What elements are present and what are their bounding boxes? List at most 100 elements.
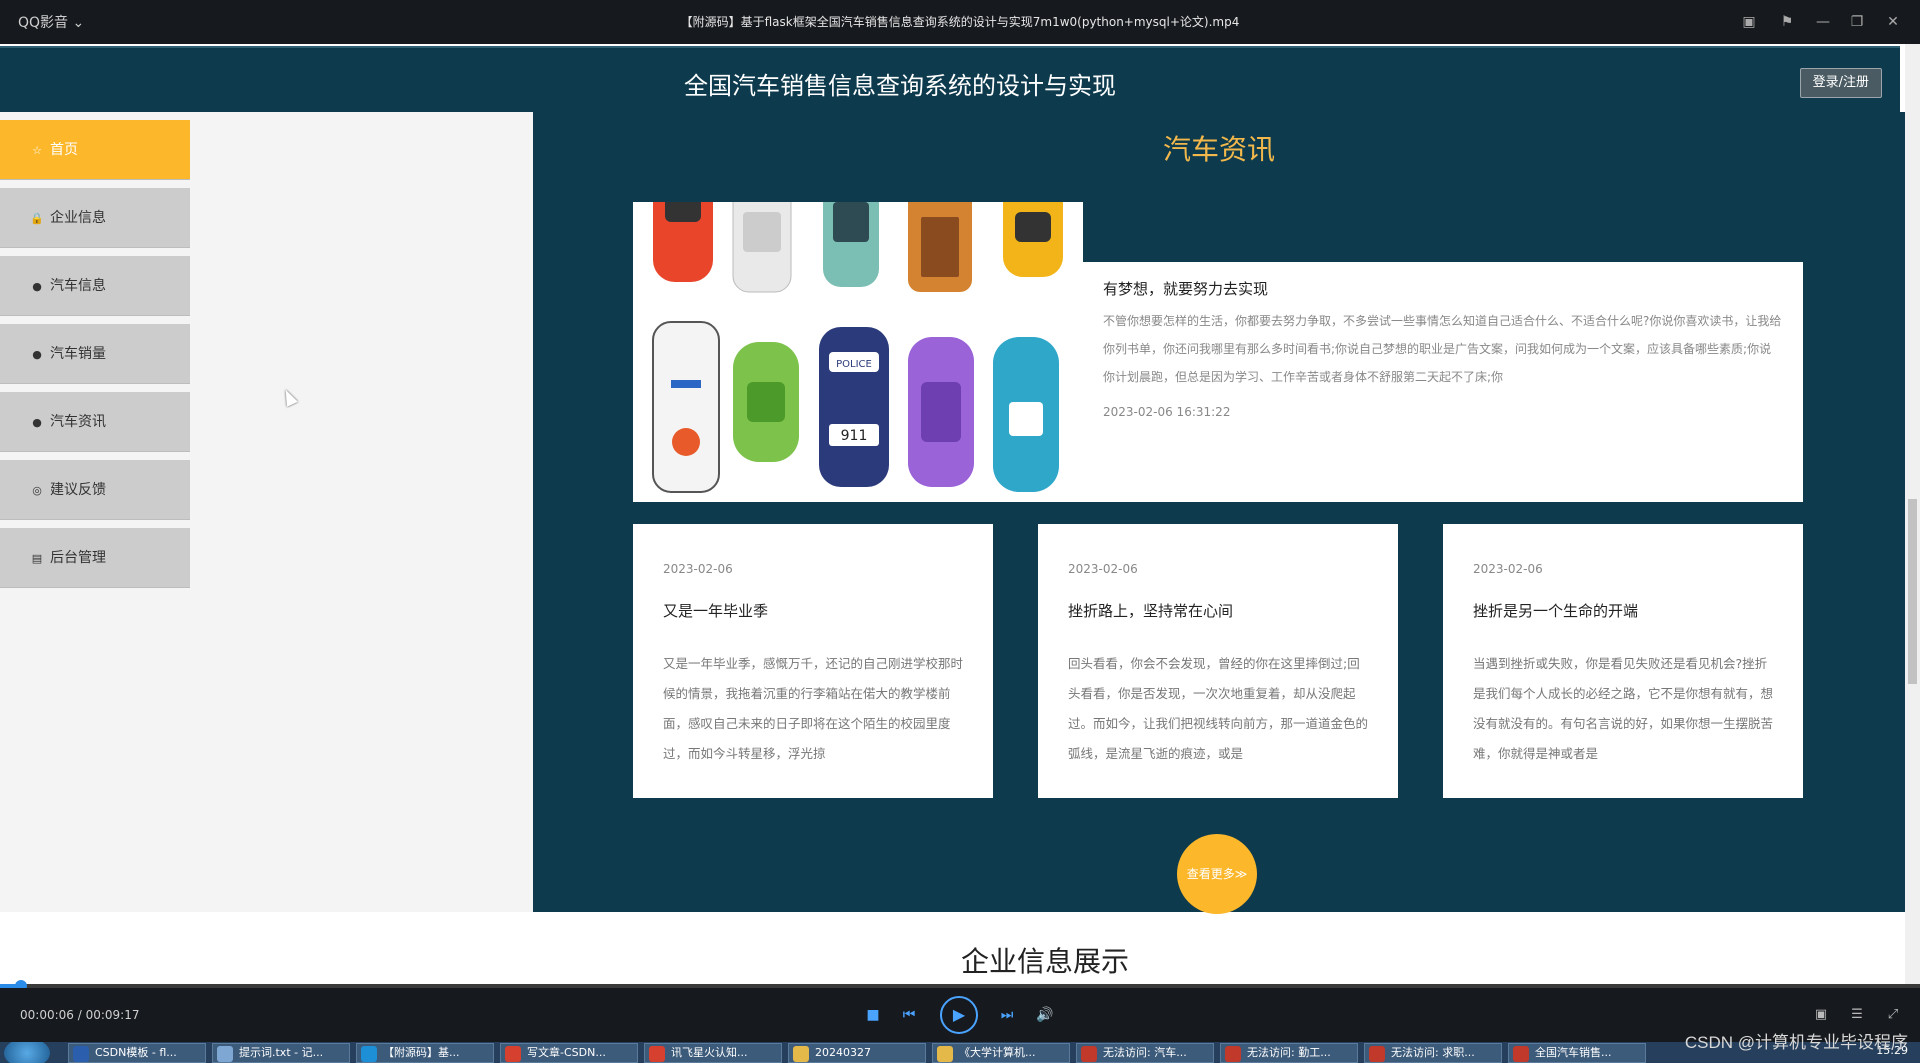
sidebar-item-2[interactable]: ● 汽车信息 (0, 256, 190, 316)
pin-icon[interactable]: ⚑ (1774, 9, 1800, 35)
sidebar-item-label: 汽车资讯 (50, 414, 106, 430)
taskbar-app-icon (73, 1046, 89, 1062)
login-register-button[interactable]: 登录/注册 (1799, 68, 1882, 98)
minimize-button[interactable]: — (1810, 9, 1836, 35)
calendar-icon: ▤ (31, 552, 43, 565)
taskbar-item[interactable]: 【附源码】基... (356, 1043, 494, 1063)
taskbar-item-label: 无法访问: 求职... (1391, 1046, 1475, 1059)
video-frame: 全国汽车销售信息查询系统的设计与实现 登录/注册 ☆ 首页 🔒 企业信息 ● 汽车信息 ● 汽… (0, 44, 1920, 984)
stop-icon[interactable]: ■ (862, 1004, 884, 1026)
taskbar-item[interactable]: 提示词.txt - 记... (212, 1043, 350, 1063)
featured-news-excerpt: 不管你想要怎样的生活，你都要去努力争取，不多尝试一些事情怎么知道自己适合什么、不… (1103, 314, 1782, 384)
news-card-date: 2023-02-06 (1068, 562, 1138, 576)
taskbar-item-label: 【附源码】基... (383, 1046, 460, 1059)
taskbar-item-label: 讯飞星火认知... (671, 1046, 748, 1059)
start-button[interactable] (4, 1042, 50, 1063)
taskbar-item[interactable]: 20240327 (788, 1043, 926, 1063)
taskbar-item[interactable]: CSDN模板 - fl... (68, 1043, 206, 1063)
taskbar-app-icon (1513, 1046, 1529, 1062)
news-card-title[interactable]: 挫折路上，坚持常在心间 (1068, 600, 1368, 621)
player-titlebar: QQ影音 ⌄ 【附源码】基于flask框架全国汽车销售信息查询系统的设计与实现7… (0, 0, 1920, 44)
scrollbar-thumb[interactable] (1908, 499, 1917, 684)
taskbar-item-label: 20240327 (815, 1046, 871, 1059)
sidebar-item-5[interactable]: ◎ 建议反馈 (0, 460, 190, 520)
play-button[interactable]: ▶ (940, 996, 978, 1034)
taskbar-app-icon (649, 1046, 665, 1062)
screenshot-icon[interactable]: ▣ (1736, 9, 1762, 35)
featured-news-time: 2023-02-06 16:31:22 (1103, 405, 1231, 419)
sidebar: ☆ 首页 🔒 企业信息 ● 汽车信息 ● 汽车销量 ● 汽车资讯 ◎ 建议反馈 ▤ 后台管理 (0, 112, 533, 912)
sidebar-item-label: 建议反馈 (50, 482, 106, 498)
sidebar-item-label: 首页 (50, 142, 78, 158)
cars-illustration: POLICE 911 (633, 202, 1083, 502)
restore-button[interactable]: ❐ (1844, 9, 1870, 35)
picture-icon[interactable]: ▣ (1810, 1004, 1832, 1026)
sidebar-item-label: 企业信息 (50, 210, 106, 226)
taskbar-app-icon (1081, 1046, 1097, 1062)
close-button[interactable]: ✕ (1880, 9, 1906, 35)
site-title: 全国汽车销售信息查询系统的设计与实现 (684, 73, 1116, 100)
playback-time: 00:00:06 / 00:09:17 (20, 1008, 140, 1022)
star-icon: ☆ (32, 144, 42, 157)
question-icon: ● (32, 348, 42, 361)
news-card-title[interactable]: 挫折是另一个生命的开端 (1473, 600, 1773, 621)
taskbar-item[interactable]: 写文章-CSDN... (500, 1043, 638, 1063)
exclamation-icon: ● (32, 280, 42, 293)
featured-news-title[interactable]: 有梦想，就要努力去实现 (1103, 278, 1783, 299)
news-card[interactable]: 2023-02-06 挫折是另一个生命的开端 当遇到挫折或失败，你是看见失败还是… (1443, 524, 1803, 798)
news-card-title[interactable]: 又是一年毕业季 (663, 600, 963, 621)
featured-news-card[interactable]: 有梦想，就要努力去实现 不管你想要怎样的生活，你都要去努力争取，不多尝试一些事情… (1083, 262, 1803, 502)
svg-text:911: 911 (841, 428, 868, 444)
taskbar-app-icon (505, 1046, 521, 1062)
previous-icon[interactable]: ⏮ (898, 1004, 920, 1026)
taskbar-item[interactable]: 全国汽车销售... (1508, 1043, 1646, 1063)
taskbar-item-label: 《大学计算机... (959, 1046, 1036, 1059)
taskbar-item[interactable]: 《大学计算机... (932, 1043, 1070, 1063)
taskbar-item-label: 提示词.txt - 记... (239, 1046, 324, 1059)
news-section: 汽车资讯 POLICE 911 有梦想，就要努力去实现 不管你想要怎样的生活，你… (533, 112, 1905, 914)
fullscreen-icon[interactable]: ⤢ (1882, 1004, 1904, 1026)
taskbar-item[interactable]: 无法访问: 勤工... (1220, 1043, 1358, 1063)
news-card[interactable]: 2023-02-06 挫折路上，坚持常在心间 回头看看，你会不会发现，曾经的你在… (1038, 524, 1398, 798)
news-heading: 汽车资讯 (1162, 133, 1275, 166)
lock-icon: 🔒 (30, 212, 44, 225)
sidebar-item-label: 汽车信息 (50, 278, 106, 294)
company-info-heading: 企业信息展示 (960, 945, 1129, 978)
svg-text:POLICE: POLICE (836, 359, 872, 370)
taskbar-app-icon (1225, 1046, 1241, 1062)
news-card[interactable]: 2023-02-06 又是一年毕业季 又是一年毕业季，感慨万千，还记的自己刚进学… (633, 524, 993, 798)
windows-taskbar: CSDN模板 - fl... 提示词.txt - 记... 【附源码】基... 写文章… (0, 1042, 1920, 1063)
taskbar-item[interactable]: 无法访问: 汽车... (1076, 1043, 1214, 1063)
featured-news-image[interactable]: POLICE 911 (633, 202, 1083, 502)
csdn-watermark: CSDN @计算机专业毕设程序 (1684, 1033, 1908, 1052)
sidebar-item-4[interactable]: ● 汽车资讯 (0, 392, 190, 452)
sidebar-item-3[interactable]: ● 汽车销量 (0, 324, 190, 384)
taskbar-app-icon (217, 1046, 233, 1062)
news-card-excerpt: 当遇到挫折或失败，你是看见失败还是看见机会?挫折是我们每个人成长的必经之路，它不… (1473, 656, 1773, 761)
sidebar-item-0[interactable]: ☆ 首页 (0, 120, 190, 180)
volume-icon[interactable]: 🔊 (1034, 1004, 1056, 1026)
taskbar-item-label: 全国汽车销售... (1535, 1046, 1612, 1059)
news-card-excerpt: 又是一年毕业季，感慨万千，还记的自己刚进学校那时候的情景，我拖着沉重的行李箱站在… (663, 656, 963, 761)
taskbar-app-icon (361, 1046, 377, 1062)
featured-news[interactable]: POLICE 911 有梦想，就要努力去实现 不管你想要怎样的生活，你都要去努力… (633, 202, 1803, 502)
taskbar-item[interactable]: 讯飞星火认知... (644, 1043, 782, 1063)
news-card-excerpt: 回头看看，你会不会发现，曾经的你在这里摔倒过;回头看看，你是否发现，一次次地重复… (1068, 656, 1368, 761)
sidebar-item-label: 后台管理 (50, 550, 106, 566)
sidebar-item-6[interactable]: ▤ 后台管理 (0, 528, 190, 588)
taskbar-app-icon (937, 1046, 953, 1062)
view-more-button[interactable]: 查看更多≫ (1177, 834, 1257, 914)
settings-icon[interactable]: ☰ (1846, 1004, 1868, 1026)
site-header: 全国汽车销售信息查询系统的设计与实现 登录/注册 (0, 46, 1900, 112)
sidebar-item-1[interactable]: 🔒 企业信息 (0, 188, 190, 248)
taskbar-item-label: 无法访问: 汽车... (1103, 1046, 1187, 1059)
taskbar-item[interactable]: 无法访问: 求职... (1364, 1043, 1502, 1063)
video-file-name: 【附源码】基于flask框架全国汽车销售信息查询系统的设计与实现7m1w0(py… (680, 15, 1240, 29)
next-icon[interactable]: ⏭ (996, 1004, 1018, 1026)
circle-icon: ◎ (32, 484, 42, 497)
taskbar-app-icon (1369, 1046, 1385, 1062)
player-controls: 00:00:06 / 00:09:17 ■ ⏮ ▶ ⏭ 🔊 ▣ ☰ ⤢ (0, 988, 1920, 1042)
page-scrollbar[interactable] (1905, 44, 1920, 984)
info-icon: ● (32, 416, 42, 429)
news-card-date: 2023-02-06 (1473, 562, 1543, 576)
